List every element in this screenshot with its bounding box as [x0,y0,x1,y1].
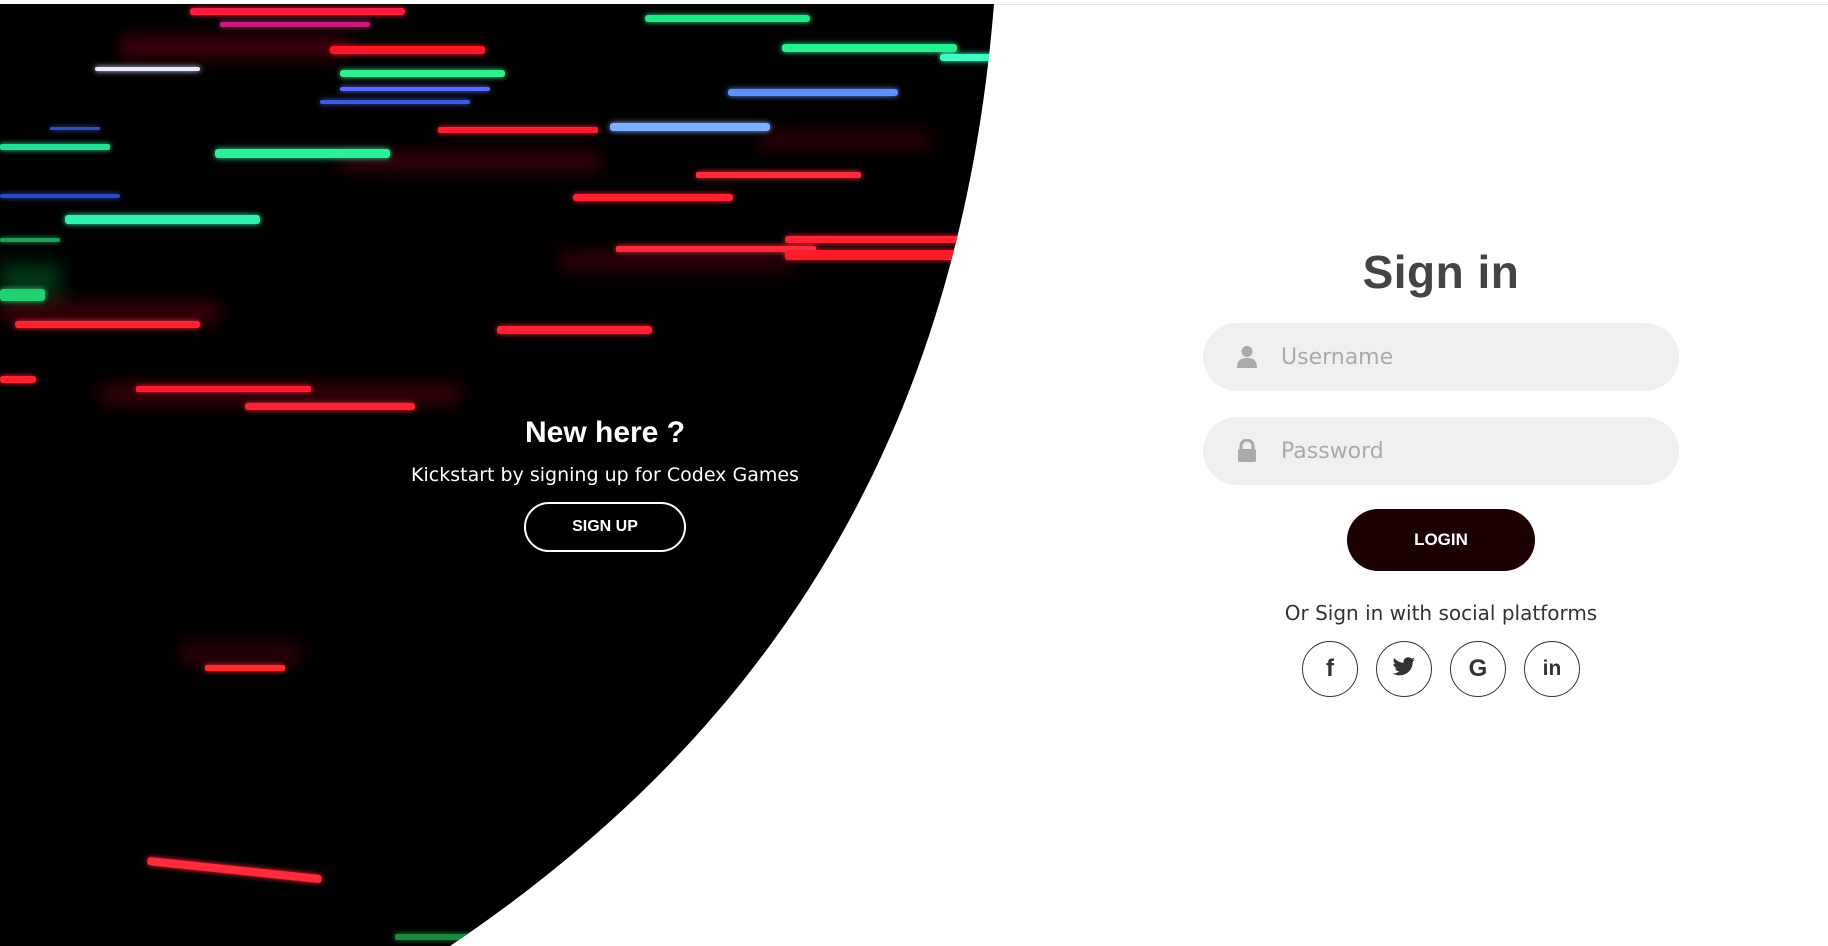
social-login-text: Or Sign in with social platforms [1284,601,1598,625]
username-input[interactable] [1279,343,1643,371]
twitter-button[interactable] [1376,641,1432,697]
linkedin-button[interactable]: in [1524,641,1580,697]
password-field[interactable] [1203,417,1679,485]
promo-description: Kickstart by signing up for Codex Games [411,464,799,486]
sign-in-form: Sign in LOGIN Or Sign in with social pla… [1203,245,1679,697]
username-field[interactable] [1203,323,1679,391]
signup-promo: New here ? Kickstart by signing up for C… [405,416,805,552]
top-border [0,0,1828,5]
promo-title: New here ? [524,416,686,449]
twitter-icon [1392,656,1416,682]
password-input[interactable] [1279,437,1643,465]
facebook-button[interactable]: f [1302,641,1358,697]
linkedin-icon: in [1542,657,1562,680]
sign-up-button[interactable]: SIGN UP [524,502,686,552]
social-buttons: f G in [1302,641,1580,697]
google-icon: G [1468,655,1488,682]
facebook-icon: f [1326,655,1334,682]
form-title: Sign in [1362,246,1520,298]
user-icon [1233,343,1261,371]
google-button[interactable]: G [1450,641,1506,697]
lock-icon [1233,437,1261,465]
login-button[interactable]: LOGIN [1347,509,1535,571]
